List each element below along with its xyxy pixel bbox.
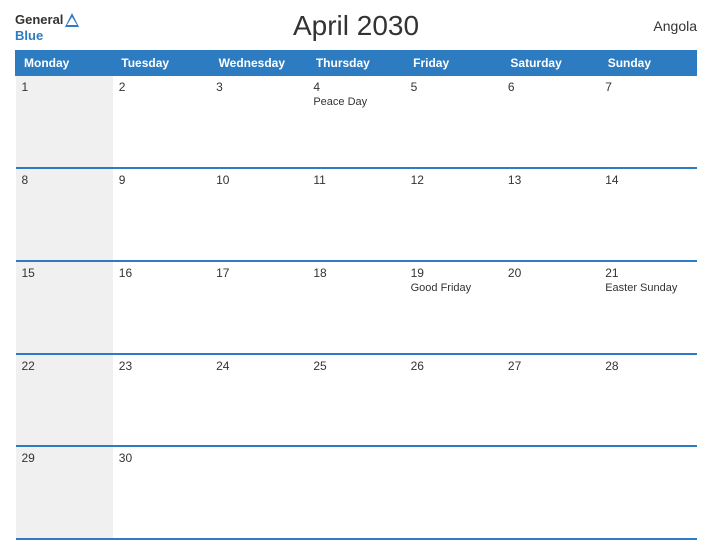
day-cell: 22 <box>16 354 113 447</box>
day-cell: 21 Easter Sunday <box>599 261 696 354</box>
day-number: 5 <box>411 80 496 94</box>
day-number: 25 <box>313 359 398 373</box>
col-header-tuesday: Tuesday <box>113 51 210 76</box>
holiday-label: Good Friday <box>411 282 496 294</box>
col-header-wednesday: Wednesday <box>210 51 307 76</box>
day-cell: 16 <box>113 261 210 354</box>
day-number: 15 <box>22 266 107 280</box>
day-cell: 5 <box>405 76 502 169</box>
day-cell: 18 <box>307 261 404 354</box>
col-header-friday: Friday <box>405 51 502 76</box>
logo: General Blue <box>15 11 81 42</box>
holiday-label: Easter Sunday <box>605 282 690 294</box>
day-number: 1 <box>22 80 107 94</box>
logo-icon <box>63 11 81 29</box>
week-row-3: 15 16 17 18 19 Good Friday 20 21 Easter Sunday <box>16 261 697 354</box>
col-header-monday: Monday <box>16 51 113 76</box>
day-cell: 12 <box>405 168 502 261</box>
day-number: 22 <box>22 359 107 373</box>
day-cell: 30 <box>113 446 210 539</box>
day-number: 16 <box>119 266 204 280</box>
day-number: 11 <box>313 173 398 187</box>
week-row-1: 1234 Peace Day 567 <box>16 76 697 169</box>
calendar-table: MondayTuesdayWednesdayThursdayFridaySatu… <box>15 50 697 540</box>
day-cell <box>210 446 307 539</box>
day-cell: 17 <box>210 261 307 354</box>
day-cell: 9 <box>113 168 210 261</box>
day-cell: 1 <box>16 76 113 169</box>
day-cell: 10 <box>210 168 307 261</box>
day-cell: 8 <box>16 168 113 261</box>
day-cell: 23 <box>113 354 210 447</box>
logo-blue-text: Blue <box>15 29 43 42</box>
day-cell: 7 <box>599 76 696 169</box>
day-number: 28 <box>605 359 690 373</box>
day-cell: 3 <box>210 76 307 169</box>
week-row-4: 22 23 24 25 26 27 28 <box>16 354 697 447</box>
col-header-saturday: Saturday <box>502 51 599 76</box>
day-cell: 20 <box>502 261 599 354</box>
day-number: 20 <box>508 266 593 280</box>
day-cell: 24 <box>210 354 307 447</box>
day-number: 29 <box>22 451 107 465</box>
calendar-header-row: MondayTuesdayWednesdayThursdayFridaySatu… <box>16 51 697 76</box>
day-cell: 29 <box>16 446 113 539</box>
day-number: 13 <box>508 173 593 187</box>
day-number: 24 <box>216 359 301 373</box>
day-number: 9 <box>119 173 204 187</box>
day-cell: 13 <box>502 168 599 261</box>
day-number: 23 <box>119 359 204 373</box>
day-number: 6 <box>508 80 593 94</box>
day-cell <box>502 446 599 539</box>
day-cell <box>599 446 696 539</box>
day-number: 2 <box>119 80 204 94</box>
day-cell: 15 <box>16 261 113 354</box>
day-number: 18 <box>313 266 398 280</box>
logo-general-text: General <box>15 13 63 26</box>
day-cell: 28 <box>599 354 696 447</box>
country-label: Angola <box>653 18 697 34</box>
calendar-title: April 2030 <box>293 10 419 42</box>
day-cell: 11 <box>307 168 404 261</box>
day-number: 17 <box>216 266 301 280</box>
day-number: 3 <box>216 80 301 94</box>
day-number: 10 <box>216 173 301 187</box>
day-number: 19 <box>411 266 496 280</box>
col-header-thursday: Thursday <box>307 51 404 76</box>
day-number: 21 <box>605 266 690 280</box>
day-number: 7 <box>605 80 690 94</box>
day-cell: 2 <box>113 76 210 169</box>
day-cell: 27 <box>502 354 599 447</box>
col-header-sunday: Sunday <box>599 51 696 76</box>
day-cell: 25 <box>307 354 404 447</box>
day-number: 14 <box>605 173 690 187</box>
day-cell: 26 <box>405 354 502 447</box>
day-number: 26 <box>411 359 496 373</box>
holiday-label: Peace Day <box>313 96 398 108</box>
day-cell <box>405 446 502 539</box>
day-cell <box>307 446 404 539</box>
calendar-header: General Blue April 2030 Angola <box>15 10 697 42</box>
day-number: 27 <box>508 359 593 373</box>
day-number: 4 <box>313 80 398 94</box>
day-cell: 19 Good Friday <box>405 261 502 354</box>
day-number: 12 <box>411 173 496 187</box>
day-number: 30 <box>119 451 204 465</box>
week-row-5: 29 30 <box>16 446 697 539</box>
week-row-2: 89 10 11 12 13 14 <box>16 168 697 261</box>
day-number: 8 <box>22 173 107 187</box>
day-cell: 14 <box>599 168 696 261</box>
day-cell: 4 Peace Day <box>307 76 404 169</box>
day-cell: 6 <box>502 76 599 169</box>
